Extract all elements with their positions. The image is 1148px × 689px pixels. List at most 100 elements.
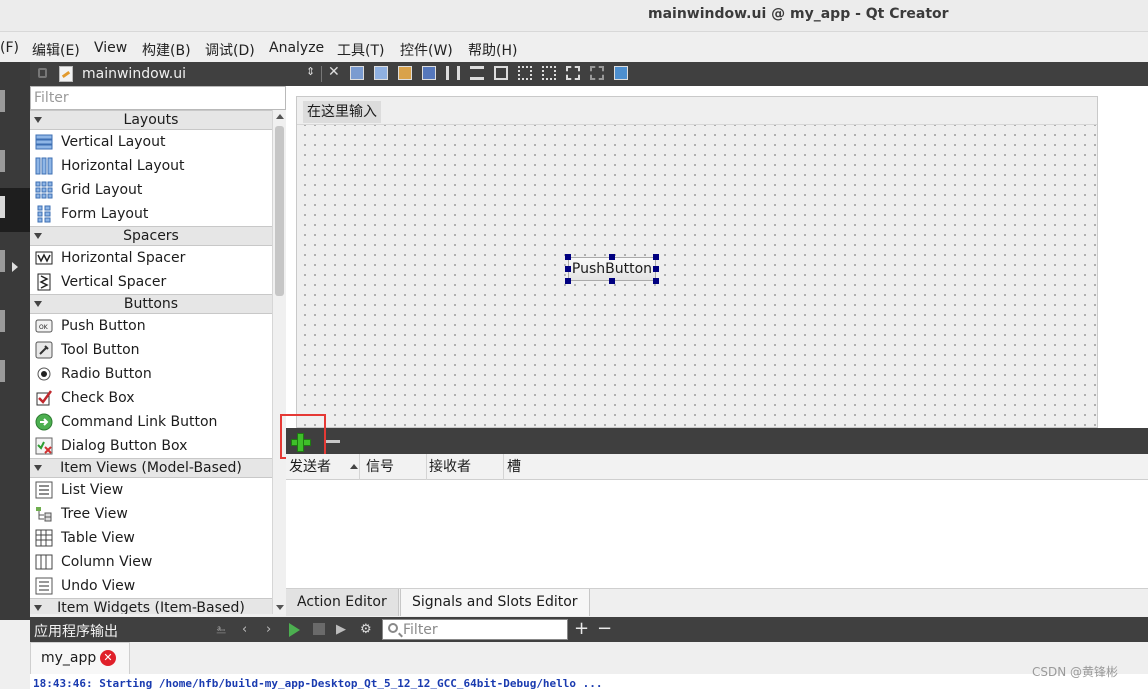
output-filter-input[interactable] <box>403 621 563 639</box>
menu-view[interactable]: View <box>94 40 127 56</box>
edit-signals-slots-icon[interactable] <box>374 66 388 80</box>
selection-handle[interactable] <box>565 278 571 284</box>
menu-analyze[interactable]: Analyze <box>269 40 324 56</box>
widget-filter-input[interactable] <box>30 86 286 110</box>
add-pane-icon[interactable]: + <box>574 618 589 639</box>
selection-handle[interactable] <box>653 254 659 260</box>
widget-item-label: Grid Layout <box>61 182 143 198</box>
mode-welcome[interactable] <box>0 82 30 126</box>
remove-pane-icon[interactable]: − <box>597 618 612 639</box>
widget-item-horizontal-layout[interactable]: Horizontal Layout <box>30 154 272 178</box>
category-title: Item Widgets (Item-Based) <box>57 600 245 614</box>
layout-horizontal-splitter-icon[interactable] <box>494 66 508 80</box>
selection-handle[interactable] <box>653 278 659 284</box>
widget-box-scrollbar[interactable] <box>272 110 286 614</box>
column-slot[interactable]: 槽 <box>504 454 1148 480</box>
widget-item-check-box[interactable]: Check Box <box>30 386 272 410</box>
output-tab-my-app[interactable]: my_app ✕ <box>30 642 130 674</box>
menu-tools[interactable]: 工具(T) <box>337 40 384 60</box>
attach-debugger-icon[interactable]: ▶ <box>336 622 346 637</box>
stop-icon[interactable] <box>313 623 325 635</box>
widget-item-form-layout[interactable]: Form Layout <box>30 202 272 226</box>
up-down-icon[interactable]: ⇕ <box>306 65 315 78</box>
edit-widgets-icon[interactable] <box>350 66 364 80</box>
form-menu-bar: 在这里输入 <box>297 97 1097 125</box>
layout-vertical-splitter-icon[interactable] <box>518 66 532 80</box>
menu-help[interactable]: 帮助(H) <box>468 40 517 60</box>
menu-controls[interactable]: 控件(W) <box>400 40 453 60</box>
mode-projects[interactable] <box>0 302 30 346</box>
document-file-name[interactable]: mainwindow.ui <box>82 66 186 82</box>
widget-item-dialog-button-box[interactable]: Dialog Button Box <box>30 434 272 458</box>
table-header: 发送者 信号 接收者 槽 <box>286 454 1148 480</box>
previous-item-icon[interactable]: ‹ <box>242 622 247 637</box>
menu-edit[interactable]: 编辑(E) <box>32 40 80 60</box>
clear-output-icon[interactable]: ⎁ <box>216 622 226 637</box>
radio-button-icon <box>35 365 53 383</box>
widget-item-horizontal-spacer[interactable]: Horizontal Spacer <box>30 246 272 270</box>
main-window-form[interactable]: 在这里输入 PushButton <box>296 96 1098 428</box>
mode-help[interactable] <box>0 352 30 396</box>
menu-build[interactable]: 构建(B) <box>142 40 191 60</box>
widget-item-command-link-button[interactable]: Command Link Button <box>30 410 272 434</box>
column-sender[interactable]: 发送者 <box>286 454 360 480</box>
scroll-down-icon[interactable] <box>276 605 284 610</box>
layout-grid-icon[interactable] <box>542 66 556 80</box>
window-title: mainwindow.ui @ my_app - Qt Creator <box>648 6 949 22</box>
menu-file[interactable]: (F) <box>0 40 19 56</box>
category-buttons[interactable]: Buttons <box>30 294 272 314</box>
layout-horizontally-icon[interactable] <box>446 66 460 80</box>
widget-item-vertical-spacer[interactable]: Vertical Spacer <box>30 270 272 294</box>
remove-connection-icon[interactable] <box>326 440 340 443</box>
widget-item-vertical-layout[interactable]: Vertical Layout <box>30 130 272 154</box>
widget-item-undo-view[interactable]: Undo View <box>30 574 272 598</box>
settings-gear-icon[interactable]: ⚙ <box>360 622 372 637</box>
run-icon[interactable] <box>289 623 300 637</box>
widget-item-grid-layout[interactable]: Grid Layout <box>30 178 272 202</box>
selection-handle[interactable] <box>609 254 615 260</box>
close-tab-icon[interactable]: ✕ <box>100 650 116 666</box>
widget-item-tree-view[interactable]: Tree View <box>30 502 272 526</box>
mode-design[interactable] <box>0 188 30 232</box>
close-document-icon[interactable]: ✕ <box>328 64 340 80</box>
tab-action-editor[interactable]: Action Editor <box>286 589 399 616</box>
category-item-views[interactable]: Item Views (Model-Based) <box>30 458 272 478</box>
layout-form-icon[interactable] <box>566 66 580 80</box>
next-item-icon[interactable]: › <box>266 622 271 637</box>
break-layout-icon[interactable] <box>590 66 604 80</box>
scroll-thumb[interactable] <box>275 126 284 296</box>
widget-item-label: Horizontal Layout <box>61 158 185 174</box>
category-item-widgets[interactable]: Item Widgets (Item-Based) <box>30 598 272 614</box>
widget-item-tool-button[interactable]: Tool Button <box>30 338 272 362</box>
document-header: mainwindow.ui <box>30 62 286 86</box>
selection-handle[interactable] <box>609 278 615 284</box>
column-receiver[interactable]: 接收者 <box>426 454 504 480</box>
widget-item-column-view[interactable]: Column View <box>30 550 272 574</box>
widget-item-push-button[interactable]: OK Push Button <box>30 314 272 338</box>
highlight-annotation <box>280 414 326 459</box>
tool-button-icon <box>35 341 53 359</box>
expand-arrow-icon[interactable] <box>12 262 18 272</box>
lock-icon <box>38 68 47 78</box>
selection-handle[interactable] <box>565 254 571 260</box>
selection-handle[interactable] <box>565 266 571 272</box>
widget-item-radio-button[interactable]: Radio Button <box>30 362 272 386</box>
mode-edit[interactable] <box>0 142 30 186</box>
widget-item-label: Column View <box>61 554 153 570</box>
selection-handle[interactable] <box>653 266 659 272</box>
layout-vertically-icon[interactable] <box>470 66 484 80</box>
column-signal[interactable]: 信号 <box>363 454 427 480</box>
category-spacers[interactable]: Spacers <box>30 226 272 246</box>
edit-buddies-icon[interactable] <box>398 66 412 80</box>
adjust-size-icon[interactable] <box>614 66 628 80</box>
menu-debug[interactable]: 调试(D) <box>205 40 255 60</box>
widget-item-table-view[interactable]: Table View <box>30 526 272 550</box>
tab-signals-slots-editor[interactable]: Signals and Slots Editor <box>400 589 590 616</box>
editor-tab-bar: Action Editor Signals and Slots Editor <box>286 588 1148 616</box>
edit-tab-order-icon[interactable] <box>422 66 436 80</box>
type-here-menu-entry[interactable]: 在这里输入 <box>303 101 381 123</box>
category-layouts[interactable]: Layouts <box>30 110 272 130</box>
scroll-up-icon[interactable] <box>276 114 284 119</box>
output-filter-field[interactable] <box>382 619 568 640</box>
widget-item-list-view[interactable]: List View <box>30 478 272 502</box>
